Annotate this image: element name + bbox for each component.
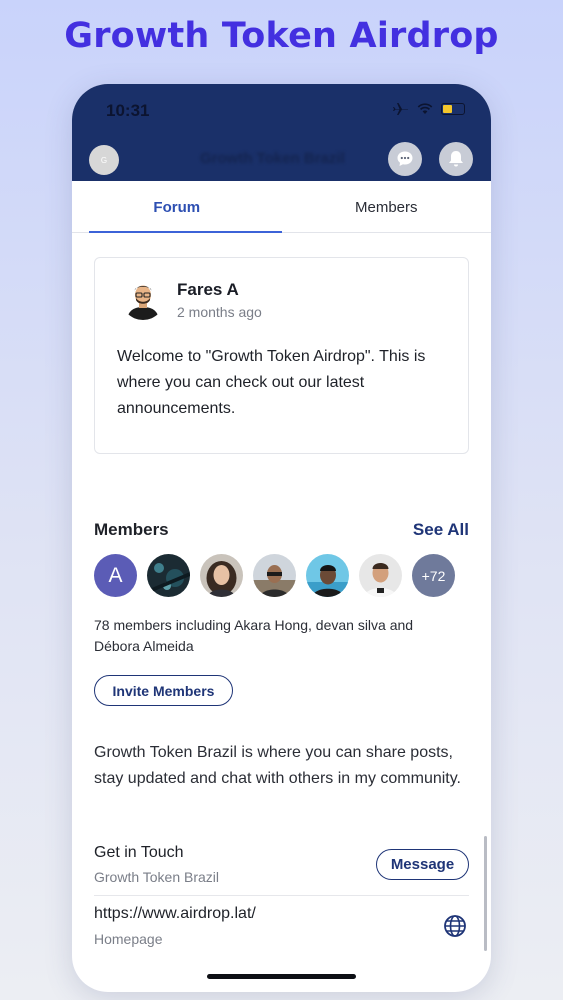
chat-icon	[397, 151, 413, 166]
divider	[94, 895, 469, 896]
tab-bar: Forum Members	[72, 181, 491, 233]
community-title: Growth Token Brazil	[200, 150, 345, 167]
author-avatar[interactable]	[121, 276, 165, 320]
post-body: Welcome to "Growth Token Airdrop". This …	[117, 348, 426, 417]
member-avatar[interactable]	[147, 554, 190, 597]
post-time: 2 months ago	[177, 304, 262, 320]
airplane-icon	[393, 103, 408, 115]
bell-icon	[449, 151, 463, 167]
scrollbar[interactable]	[484, 836, 487, 951]
more-members-badge[interactable]: +72	[412, 554, 455, 597]
see-all-link[interactable]: See All	[413, 520, 469, 540]
member-avatar[interactable]: A	[94, 554, 137, 597]
website-label: Homepage	[94, 931, 163, 947]
member-avatar[interactable]	[359, 554, 402, 597]
promo-title: Growth Token Airdrop	[64, 16, 499, 56]
community-avatar[interactable]: G	[89, 145, 119, 175]
community-description: Growth Token Brazil is where you can sha…	[94, 744, 461, 787]
member-avatar[interactable]	[200, 554, 243, 597]
notifications-button[interactable]	[439, 142, 473, 176]
contact-title: Get in Touch	[94, 844, 184, 861]
tab-members[interactable]: Members	[282, 181, 492, 232]
message-button[interactable]: Message	[376, 849, 469, 880]
app-header: 10:31 G Growth Token Brazil	[72, 84, 491, 181]
members-heading: Members	[94, 520, 169, 539]
status-time: 10:31	[106, 101, 150, 120]
member-avatars: A +72	[94, 554, 455, 597]
invite-members-button[interactable]: Invite Members	[94, 675, 233, 706]
home-indicator[interactable]	[207, 974, 356, 979]
phone-frame: 10:31 G Growth Token Brazil Forum Member…	[72, 84, 491, 992]
members-summary: 78 members including Akara Hong, devan s…	[94, 617, 414, 654]
status-icons	[393, 102, 465, 116]
contact-subtitle: Growth Token Brazil	[94, 869, 220, 885]
wifi-icon	[417, 103, 433, 114]
post-author[interactable]: Fares A	[177, 280, 239, 300]
website-url[interactable]: https://www.airdrop.lat/	[94, 905, 256, 923]
post-card[interactable]: Fares A 2 months ago Welcome to "Growth …	[94, 257, 469, 454]
chat-button[interactable]	[388, 142, 422, 176]
member-avatar[interactable]	[253, 554, 296, 597]
battery-icon	[441, 103, 465, 115]
globe-icon[interactable]	[443, 914, 467, 938]
tab-forum[interactable]: Forum	[72, 181, 282, 233]
member-avatar[interactable]	[306, 554, 349, 597]
